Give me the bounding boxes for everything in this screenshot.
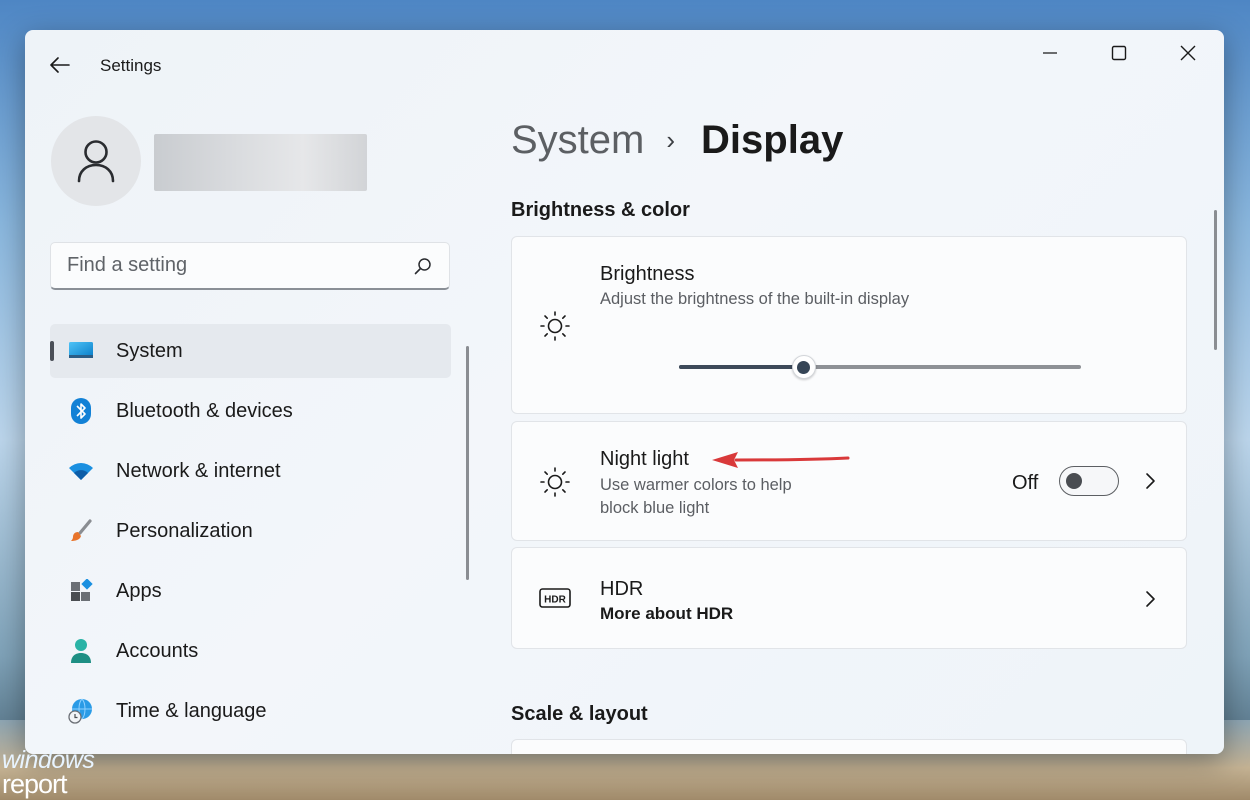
- sidebar-item-network[interactable]: Network & internet: [50, 444, 451, 498]
- minimize-button[interactable]: [1027, 38, 1073, 68]
- main-scrollbar[interactable]: [1214, 210, 1217, 350]
- watermark-logo: windows report: [2, 748, 95, 799]
- sidebar-item-bluetooth[interactable]: Bluetooth & devices: [50, 384, 451, 438]
- hdr-link[interactable]: More about HDR: [600, 604, 733, 624]
- globe-clock-icon: [67, 697, 95, 725]
- slider-thumb[interactable]: [791, 355, 816, 379]
- night-light-icon: [538, 465, 572, 499]
- settings-window: Settings Find a setting System Bluetooth…: [25, 30, 1224, 754]
- sun-icon: [538, 309, 572, 343]
- person-icon: [67, 637, 95, 665]
- brightness-card: Brightness Adjust the brightness of the …: [511, 236, 1187, 414]
- bluetooth-icon: [67, 397, 95, 425]
- back-button[interactable]: [47, 52, 73, 78]
- slider-track-fill: [679, 365, 804, 369]
- sidebar-item-system[interactable]: System: [50, 324, 451, 378]
- sidebar-item-label: Accounts: [116, 639, 199, 662]
- search-box[interactable]: [50, 242, 450, 290]
- sidebar-item-label: Apps: [116, 579, 162, 602]
- search-input[interactable]: [67, 254, 413, 277]
- night-light-subtitle-line2: block blue light: [600, 499, 710, 517]
- chevron-right-icon[interactable]: [1138, 469, 1162, 493]
- user-name-redacted: [154, 134, 367, 191]
- wifi-icon: [67, 457, 95, 485]
- app-title: Settings: [100, 56, 162, 75]
- user-icon: [77, 140, 115, 183]
- back-arrow-icon: [50, 57, 70, 73]
- apps-icon: [67, 577, 95, 605]
- scale-layout-card[interactable]: [511, 739, 1187, 754]
- brightness-subtitle: Adjust the brightness of the built-in di…: [600, 290, 910, 308]
- hdr-icon: HDR: [538, 581, 572, 615]
- avatar[interactable]: [51, 116, 141, 206]
- section-title-brightness-color: Brightness & color: [511, 199, 690, 221]
- minimize-icon: [1043, 52, 1057, 54]
- paintbrush-icon: [67, 517, 95, 545]
- annotation-arrow: [712, 452, 850, 468]
- night-light-subtitle-line1: Use warmer colors to help: [600, 476, 792, 494]
- sidebar-item-time-language[interactable]: Time & language: [50, 684, 451, 738]
- sidebar-item-personalization[interactable]: Personalization: [50, 504, 451, 558]
- sidebar-item-accounts[interactable]: Accounts: [50, 624, 451, 678]
- sidebar-item-apps[interactable]: Apps: [50, 564, 451, 618]
- night-light-toggle[interactable]: [1059, 466, 1119, 496]
- monitor-icon: [67, 337, 95, 365]
- sidebar-item-label: System: [116, 339, 183, 362]
- breadcrumb-parent[interactable]: System: [511, 118, 644, 163]
- search-icon[interactable]: [413, 256, 433, 276]
- brightness-title: Brightness: [600, 263, 695, 285]
- sidebar-item-label: Time & language: [116, 699, 267, 722]
- close-icon: [1180, 45, 1196, 61]
- maximize-button[interactable]: [1096, 38, 1142, 68]
- toggle-knob: [1066, 473, 1082, 489]
- breadcrumb-separator: ›: [666, 125, 676, 155]
- close-button[interactable]: [1165, 38, 1211, 68]
- svg-text:HDR: HDR: [544, 595, 566, 606]
- sidebar-nav: System Bluetooth & devices Network & int…: [50, 324, 451, 744]
- night-light-state-label: Off: [1012, 472, 1039, 494]
- watermark-line2: report: [2, 769, 68, 799]
- sidebar-scrollbar[interactable]: [466, 346, 469, 580]
- sidebar-item-label: Bluetooth & devices: [116, 399, 293, 422]
- breadcrumb: System › Display: [511, 118, 843, 163]
- brightness-slider[interactable]: [679, 355, 1081, 379]
- sidebar-item-label: Personalization: [116, 519, 253, 542]
- page-title: Display: [701, 118, 844, 162]
- hdr-card[interactable]: HDR HDR More about HDR: [511, 547, 1187, 649]
- maximize-icon: [1111, 45, 1127, 61]
- night-light-title: Night light: [600, 448, 689, 470]
- sidebar-item-label: Network & internet: [116, 459, 281, 482]
- night-light-card[interactable]: Night light Use warmer colors to help bl…: [511, 421, 1187, 541]
- hdr-title: HDR: [600, 578, 644, 600]
- section-title-scale-layout: Scale & layout: [511, 703, 648, 725]
- chevron-right-icon[interactable]: [1138, 587, 1162, 611]
